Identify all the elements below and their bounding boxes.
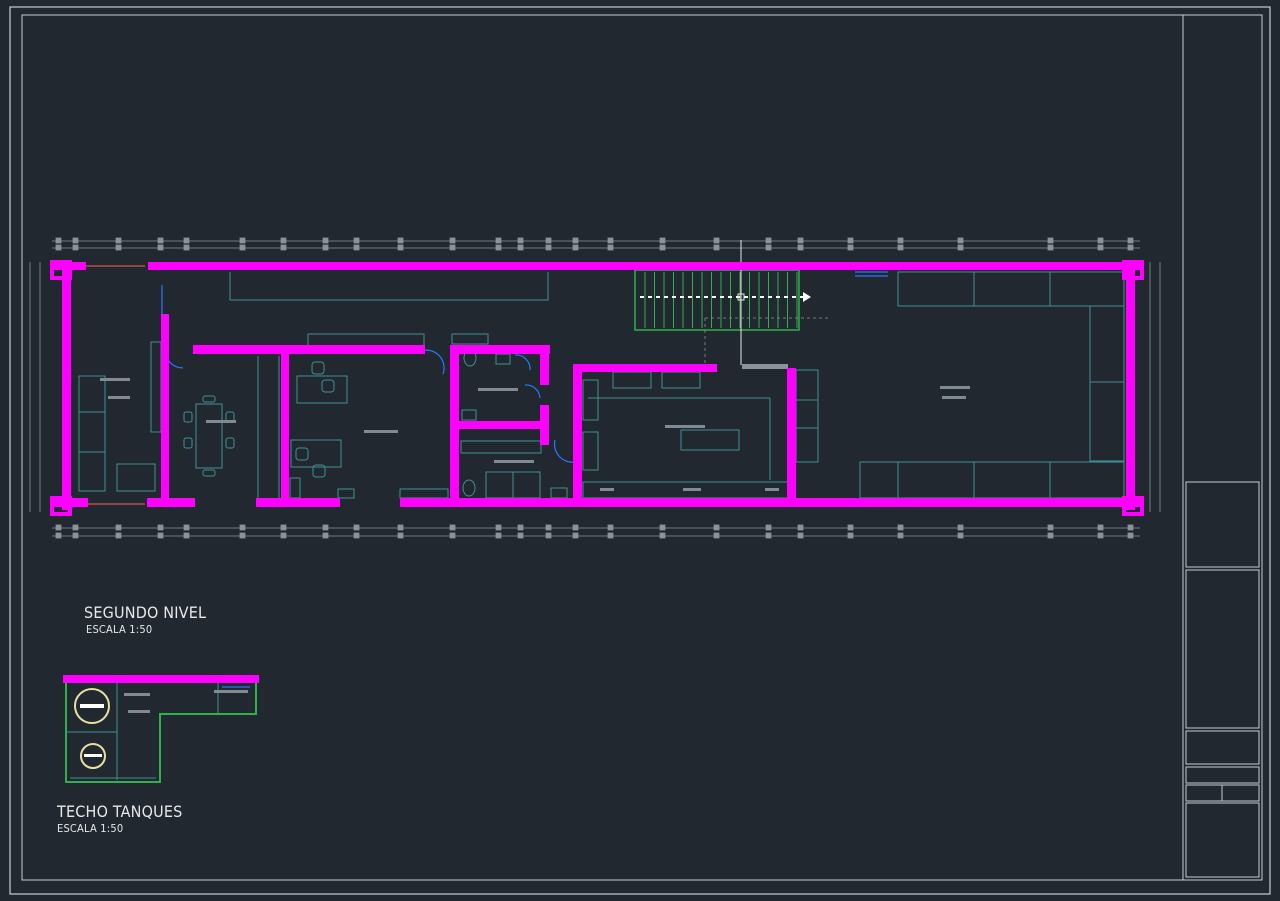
plan-scale-segundo-nivel: ESCALA 1:50 [86,623,153,636]
tank-icon [74,688,110,724]
plan-title-segundo-nivel: SEGUNDO NIVEL [84,603,207,622]
stair-arrow-icon [803,292,811,302]
walls [50,260,1144,516]
tank-icon [80,743,106,769]
dimension-lines [29,237,1161,539]
title-block [1182,15,1260,880]
sheet-frame [9,6,1271,895]
plan-title-techo-tanques: TECHO TANQUES [57,802,183,821]
stair [634,240,830,369]
room-labels [100,378,970,491]
cad-drawing-canvas[interactable] [0,0,1280,901]
plan-scale-techo-tanques: ESCALA 1:50 [57,822,124,835]
tank-roof-plan [63,675,259,783]
